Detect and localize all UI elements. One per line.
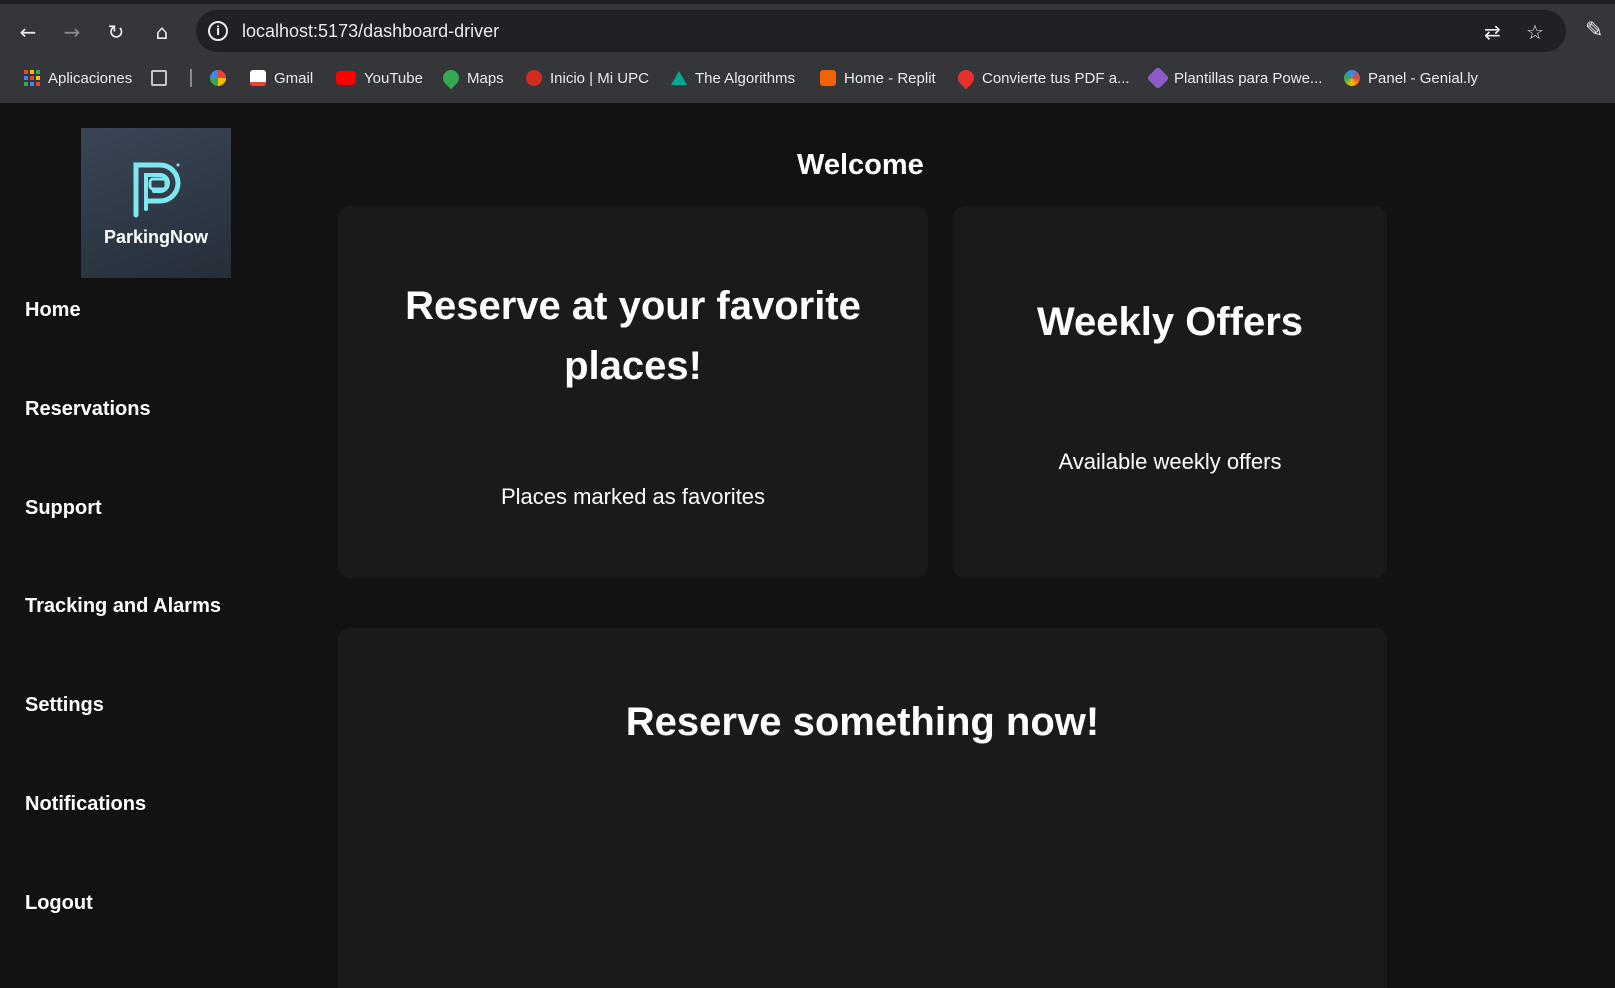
- bookmark-label: Aplicaciones: [48, 69, 133, 87]
- bookmark-algorithms[interactable]: The Algorithms: [671, 64, 795, 92]
- logo[interactable]: ParkingNow: [81, 128, 231, 278]
- genially-icon: [1344, 70, 1360, 86]
- reload-icon[interactable]: ↻: [100, 16, 132, 48]
- eyedropper-icon[interactable]: ✎: [1585, 18, 1603, 43]
- forward-icon[interactable]: →: [56, 16, 88, 48]
- browser-chrome: ← → ↻ ⌂ i localhost:5173/dashboard-drive…: [0, 0, 1615, 103]
- tab-strip: [0, 0, 1615, 4]
- apps-grid-icon: [24, 70, 40, 86]
- favorites-title: Reserve at your favorite places!: [338, 276, 928, 396]
- bookmark-plantillas[interactable]: Plantillas para Powe...: [1146, 64, 1323, 92]
- app-launcher-icon: [151, 70, 167, 86]
- browser-toolbar: ← → ↻ ⌂ i localhost:5173/dashboard-drive…: [0, 8, 1615, 56]
- bookmark-label: Gmail: [274, 69, 314, 87]
- bookmark-youtube[interactable]: YouTube: [336, 64, 423, 92]
- reserve-now-card[interactable]: Reserve something now!: [338, 628, 1387, 988]
- favorites-subtitle: Places marked as favorites: [500, 484, 766, 509]
- parking-logo-icon: [128, 159, 184, 219]
- bookmark-label: YouTube: [364, 69, 423, 87]
- replit-icon: [820, 70, 836, 86]
- heart-icon: [954, 66, 978, 90]
- bookmark-star-icon[interactable]: ☆: [1526, 20, 1544, 44]
- favorites-card[interactable]: Reserve at your favorite places! Places …: [338, 206, 928, 578]
- weekly-offers-subtitle: Available weekly offers: [1058, 449, 1282, 474]
- nav-tracking-and-alarms[interactable]: Tracking and Alarms: [25, 595, 221, 618]
- bookmark-pdf[interactable]: Convierte tus PDF a...: [954, 64, 1130, 92]
- favorites-title-line2: places!: [564, 344, 702, 388]
- gmail-icon: [250, 70, 266, 86]
- favorites-title-line1: Reserve at your favorite: [405, 284, 861, 328]
- home-icon[interactable]: ⌂: [146, 16, 178, 48]
- bookmark-label: Plantillas para Powe...: [1174, 69, 1323, 87]
- app-root: ParkingNow Home Reservations Support Tra…: [0, 103, 1615, 988]
- bookmark-gmail[interactable]: Gmail: [250, 64, 313, 92]
- nav-notifications[interactable]: Notifications: [25, 793, 146, 816]
- logo-text: ParkingNow: [103, 226, 209, 247]
- slides-icon: [1146, 66, 1170, 90]
- address-bar[interactable]: i localhost:5173/dashboard-driver ⇄ ☆: [196, 10, 1566, 52]
- back-icon[interactable]: ←: [12, 16, 44, 48]
- bookmark-maps[interactable]: Maps: [439, 64, 504, 92]
- bookmark-aplicaciones[interactable]: Aplicaciones: [24, 64, 132, 92]
- weekly-offers-title: Weekly Offers: [1036, 300, 1304, 344]
- upc-icon: [526, 70, 542, 86]
- youtube-icon: [336, 71, 356, 85]
- bookmark-pinwheel[interactable]: [210, 64, 226, 92]
- bookmarks-bar: Aplicaciones Gmail YouTube Maps Inicio |…: [0, 64, 1615, 92]
- weekly-offers-card[interactable]: Weekly Offers Available weekly offers: [953, 206, 1387, 578]
- bookmark-label: Convierte tus PDF a...: [982, 69, 1130, 87]
- pinwheel-icon: [210, 70, 226, 86]
- bookmark-replit[interactable]: Home - Replit: [820, 64, 936, 92]
- bookmark-label: The Algorithms: [695, 69, 796, 87]
- bookmark-label: Panel - Genial.ly: [1368, 69, 1479, 87]
- nav-logout[interactable]: Logout: [25, 892, 93, 915]
- bookmark-app-launcher[interactable]: [151, 64, 167, 92]
- bookmark-label: Inicio | Mi UPC: [550, 69, 649, 87]
- nav-home[interactable]: Home: [25, 299, 81, 322]
- maps-icon: [439, 66, 463, 90]
- algorithms-icon: [671, 71, 687, 85]
- site-info-icon[interactable]: i: [208, 21, 228, 41]
- reserve-now-title: Reserve something now!: [625, 700, 1100, 744]
- bookmark-genially[interactable]: Panel - Genial.ly: [1344, 64, 1478, 92]
- url-text[interactable]: localhost:5173/dashboard-driver: [242, 21, 499, 42]
- translate-icon[interactable]: ⇄: [1484, 20, 1501, 44]
- bookmark-label: Home - Replit: [844, 69, 936, 87]
- page-title: Welcome: [797, 149, 924, 181]
- bookmark-label: Maps: [467, 69, 504, 87]
- nav-reservations[interactable]: Reservations: [25, 398, 151, 421]
- nav-support[interactable]: Support: [25, 497, 102, 520]
- bookmark-upc[interactable]: Inicio | Mi UPC: [526, 64, 649, 92]
- nav-settings[interactable]: Settings: [25, 694, 104, 717]
- sidebar: ParkingNow Home Reservations Support Tra…: [0, 103, 300, 966]
